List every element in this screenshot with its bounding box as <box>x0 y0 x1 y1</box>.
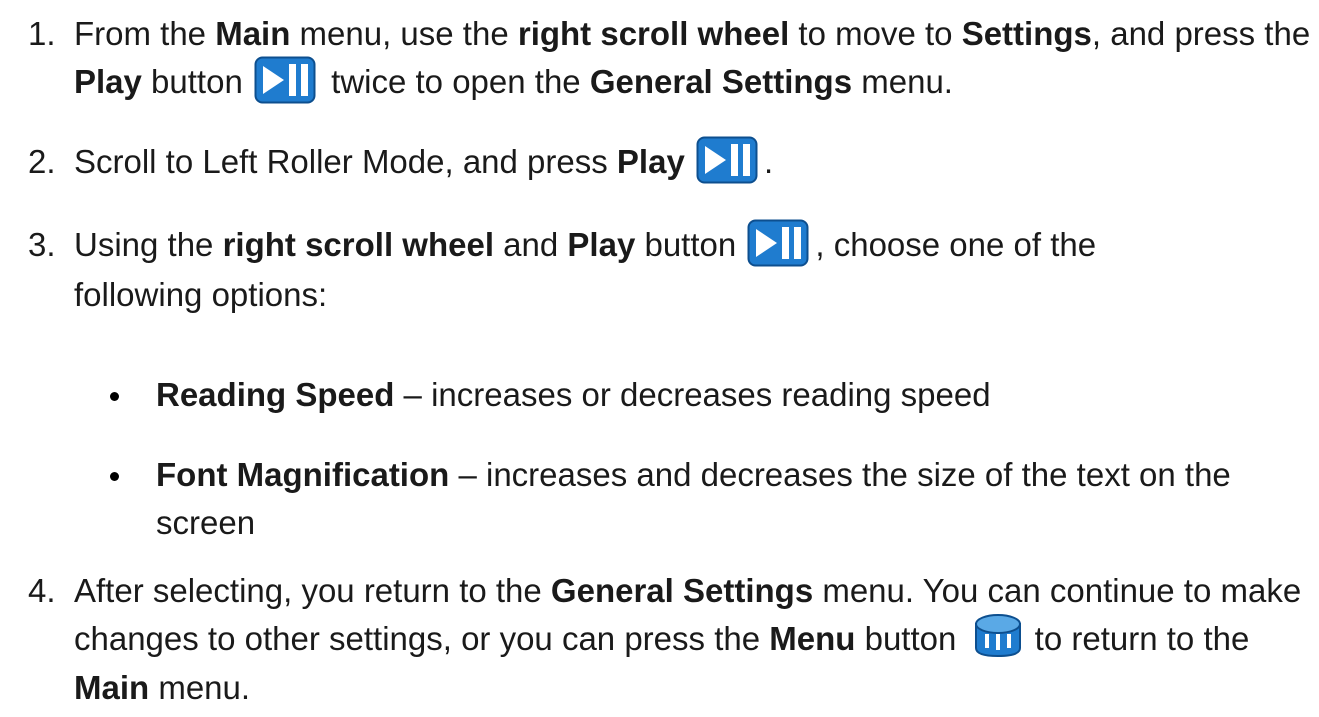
step-number: 2. <box>28 143 56 180</box>
play-pause-button-icon <box>747 219 809 267</box>
step-text: From the Main menu, use the right scroll… <box>74 10 1319 108</box>
option-text: Reading Speed – increases or decreases r… <box>156 376 991 413</box>
bullet-dot <box>110 392 119 401</box>
option-text: Font Magnification – increases and decre… <box>156 456 1231 541</box>
step-number: 3. <box>28 226 56 263</box>
menu-button-icon <box>972 612 1024 658</box>
step-text: After selecting, you return to the Gener… <box>74 572 1302 707</box>
bullet-dot <box>110 472 119 481</box>
play-pause-button-icon <box>254 56 316 104</box>
play-pause-button-icon <box>696 136 758 184</box>
step-text: Scroll to Left Roller Mode, and press Pl… <box>74 136 1319 188</box>
step-number: 1. <box>28 15 56 52</box>
step-text: Using the right scroll wheel and Play bu… <box>74 219 1159 319</box>
step-number: 4. <box>28 572 56 609</box>
